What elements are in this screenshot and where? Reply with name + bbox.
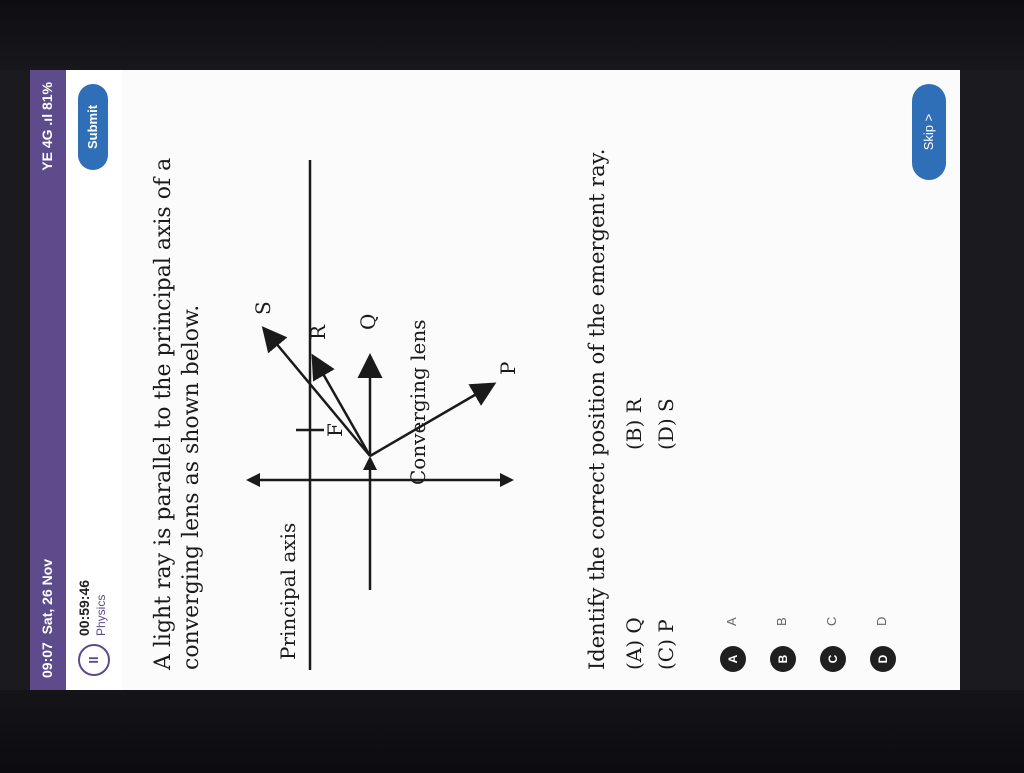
choice-label: B	[774, 617, 789, 626]
ray-label-q: Q	[356, 314, 380, 330]
inline-option-b: (B) R	[622, 398, 646, 450]
pause-button[interactable]: II	[78, 644, 110, 676]
ray-p	[369, 382, 497, 458]
lens-arrow-top	[246, 473, 260, 487]
inline-option-c: (C) P	[654, 619, 678, 670]
ray-label-s: S	[251, 301, 275, 315]
choice-a[interactable]: A A	[712, 172, 756, 672]
quiz-header: II 00:59:46 Physics Submit	[66, 70, 122, 690]
choice-badge: D	[870, 646, 896, 672]
lens-ray-diagram: Principal axis Converging lens F P Q R S	[246, 160, 520, 670]
choice-badge: C	[820, 646, 846, 672]
ray-s	[261, 326, 371, 457]
choice-badge: B	[770, 646, 796, 672]
choice-b[interactable]: B B	[762, 172, 806, 672]
choice-badge: A	[720, 646, 746, 672]
principal-axis-label: Principal axis	[276, 523, 300, 660]
skip-button[interactable]: Skip >	[912, 84, 946, 180]
ray-label-p: P	[496, 362, 520, 375]
ray-label-r: R	[306, 324, 330, 340]
incident-ray-arrow	[363, 456, 377, 470]
lens-arrow-bottom	[500, 473, 514, 487]
choice-c[interactable]: C C	[812, 172, 856, 672]
subject-label: Physics	[94, 594, 108, 636]
timer: 00:59:46	[76, 579, 92, 636]
inline-option-d: (D) S	[654, 398, 678, 450]
status-time-date: 09:07 Sat, 26 Nov	[39, 558, 55, 678]
question-prompt: Identify the correct position of the eme…	[585, 148, 609, 670]
choice-label: C	[824, 616, 839, 626]
device-bezel-top	[0, 0, 1024, 70]
choice-d[interactable]: D D	[862, 172, 906, 672]
status-bar: 09:07 Sat, 26 Nov YE 4G .ıl 81%	[30, 70, 66, 690]
device-bezel-bottom	[0, 690, 1024, 773]
converging-lens-label: Converging lens	[406, 319, 430, 485]
inline-option-a: (A) Q	[622, 617, 646, 670]
choice-label: D	[874, 616, 889, 626]
status-system-icons: YE 4G .ıl 81%	[39, 82, 55, 171]
question-text: A light ray is parallel to the principal…	[151, 157, 204, 670]
quiz-screen: 09:07 Sat, 26 Nov YE 4G .ıl 81% II 00:59…	[30, 70, 960, 690]
ray-r	[311, 353, 372, 457]
submit-button[interactable]: Submit	[78, 84, 108, 170]
choice-label: A	[724, 617, 739, 626]
